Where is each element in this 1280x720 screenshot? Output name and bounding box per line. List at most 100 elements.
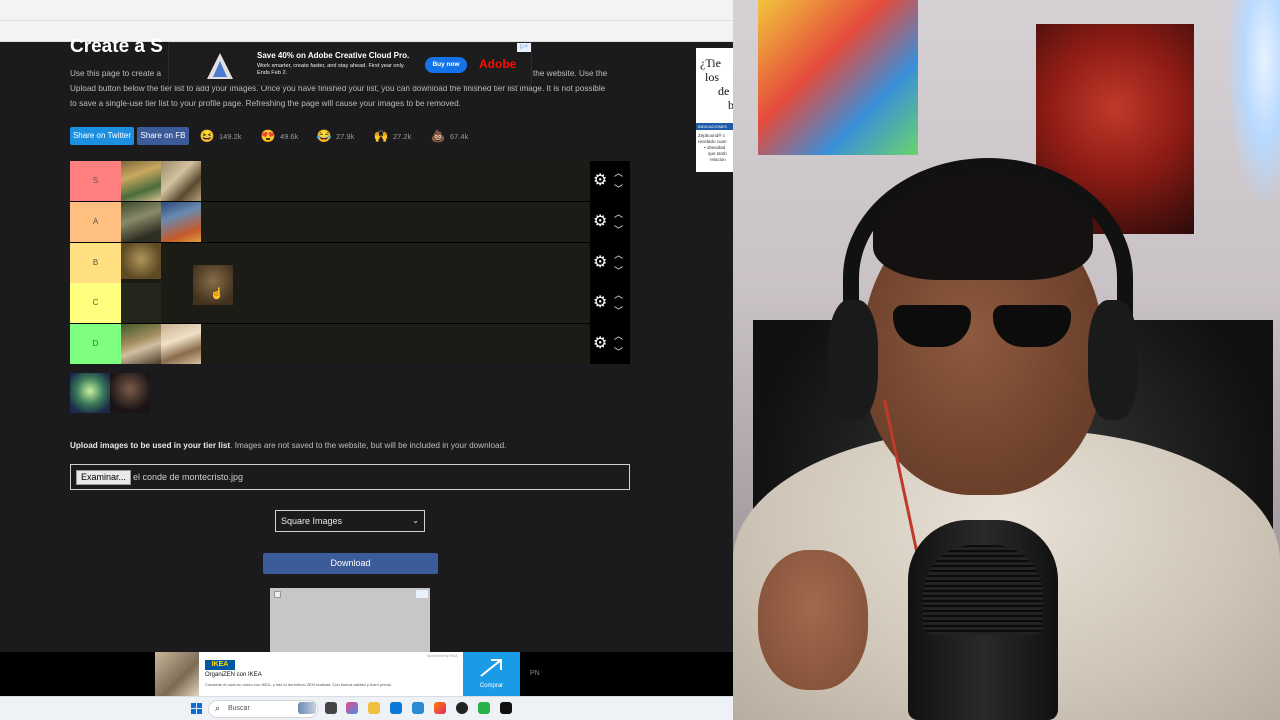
tier-row-b[interactable]: B ⚙ ︿ ﹀ — [70, 243, 630, 283]
webcam-feed — [733, 0, 1280, 720]
tier-image[interactable] — [121, 324, 161, 364]
tier-image[interactable] — [161, 202, 201, 242]
ad-sponsor-tag: Sponsored by IKEA — [427, 654, 458, 658]
file-upload-field[interactable]: Examinar... el conde de montecristo.jpg — [70, 464, 630, 490]
tier-image[interactable] — [161, 161, 201, 201]
tier-row-d[interactable]: D ⚙ ︿ ﹀ — [70, 324, 630, 364]
tier-row-s[interactable]: S ⚙ ︿ ﹀ — [70, 161, 630, 201]
tears-of-joy-emoji-icon: 😂 — [316, 129, 332, 143]
tier-label[interactable]: A — [70, 202, 121, 242]
image-mode-select[interactable]: Square Images ⌄ — [275, 510, 425, 532]
tier-image[interactable] — [161, 324, 201, 364]
unranked-image[interactable] — [70, 373, 110, 413]
ikea-ad[interactable]: IKEA OrganiZEN con IKEA Convierte el cao… — [155, 652, 520, 696]
tier-label[interactable]: B — [70, 243, 121, 283]
tier-controls: ⚙ ︿ ﹀ — [590, 161, 630, 201]
edge-icon[interactable] — [412, 702, 424, 714]
share-twitter-button[interactable]: Share on Twitter — [70, 127, 134, 145]
tier-controls: ⚙ ︿ ﹀ — [590, 324, 630, 364]
gear-icon[interactable]: ⚙ — [593, 336, 607, 352]
adobe-ad-banner[interactable]: Save 40% on Adobe Creative Cloud Pro. Wo… — [168, 42, 532, 86]
shop-button[interactable]: Comprar — [463, 652, 520, 696]
side-ad-headline: ¿Tie los de b — [700, 56, 733, 112]
reaction-count: 49.6k — [280, 131, 299, 141]
reaction-heart-eyes[interactable]: 😍 49.6k — [260, 127, 299, 145]
reaction-poop[interactable]: 💩 67.4k — [430, 127, 469, 145]
share-facebook-button[interactable]: Share on FB — [137, 127, 189, 145]
gear-icon[interactable]: ⚙ — [593, 173, 607, 189]
chevron-up-icon[interactable]: ︿ — [614, 329, 623, 342]
chevron-down-icon[interactable]: ﹀ — [614, 345, 623, 358]
chevron-down-icon[interactable]: ﹀ — [614, 182, 623, 195]
tier-controls: ⚙ ︿ ﹀ — [590, 243, 630, 283]
store-icon[interactable] — [390, 702, 402, 714]
firefox-icon[interactable] — [434, 702, 446, 714]
ikea-logo: IKEA — [205, 660, 235, 670]
tier-image[interactable] — [121, 161, 161, 201]
search-icon: ⌕ — [215, 703, 221, 713]
tier-image[interactable] — [121, 202, 161, 242]
chevron-down-icon[interactable]: ﹀ — [614, 223, 623, 236]
gear-icon[interactable]: ⚙ — [593, 255, 607, 271]
unranked-image[interactable] — [110, 373, 150, 413]
adobe-product-icon — [207, 53, 233, 79]
gear-icon[interactable]: ⚙ — [593, 214, 607, 230]
chevron-down-icon[interactable]: ﹀ — [614, 264, 623, 277]
buy-now-button[interactable]: Buy now — [425, 57, 467, 73]
raised-hands-emoji-icon: 🙌 — [373, 129, 389, 143]
chevron-up-icon[interactable]: ︿ — [614, 288, 623, 301]
browse-button[interactable]: Examinar... — [76, 470, 132, 485]
tier-row-a[interactable]: A ⚙ ︿ ﹀ — [70, 202, 630, 242]
side-ad[interactable]: ¿Tie los de b INDICACIONES Zepbound® c r… — [696, 48, 733, 172]
app-icon[interactable] — [478, 702, 490, 714]
headphone-cup — [1088, 300, 1138, 420]
ad-headline: Save 40% on Adobe Creative Cloud Pro. — [257, 51, 410, 60]
chevron-down-icon[interactable]: ﹀ — [614, 304, 623, 317]
reaction-tears-of-joy[interactable]: 😂 27.9k — [316, 127, 355, 145]
chevron-up-icon[interactable]: ︿ — [614, 166, 623, 179]
tier-list: S ⚙ ︿ ﹀ A ⚙ ︿ ﹀ B ⚙ ︿ ﹀ C ⚙ ︿ ﹀ D ⚙ ︿ ﹀ … — [70, 161, 630, 364]
gear-icon[interactable]: ⚙ — [593, 295, 607, 311]
ad-subtext: Work smarter, create faster, and stay ah… — [257, 63, 405, 76]
tier-row-c[interactable]: C ⚙ ︿ ﹀ — [70, 283, 630, 323]
ad-photo — [155, 652, 199, 696]
download-button[interactable]: Download — [263, 553, 438, 574]
ad-choices-icon[interactable]: ▷× — [517, 43, 531, 52]
poop-emoji-icon: 💩 — [430, 129, 446, 143]
windows-start-icon[interactable] — [191, 703, 202, 714]
obs-icon[interactable] — [456, 702, 468, 714]
tier-image[interactable] — [121, 243, 161, 279]
microphone-grille — [923, 545, 1043, 635]
tier-controls: ⚙ ︿ ﹀ — [590, 283, 630, 323]
widget-icon[interactable] — [298, 702, 316, 714]
chevron-up-icon[interactable]: ︿ — [614, 248, 623, 261]
browser-viewport: Create a S Use this page to create a the… — [0, 0, 733, 720]
task-view-icon[interactable] — [325, 702, 337, 714]
ad-title: OrganiZEN con IKEA — [205, 672, 262, 678]
reaction-count: 149.2k — [219, 131, 242, 141]
laughing-emoji-icon: 😆 — [199, 129, 215, 143]
tiktok-icon[interactable] — [500, 702, 512, 714]
chevron-down-icon: ⌄ — [412, 516, 419, 525]
ad-choices-icon[interactable] — [416, 590, 428, 598]
chevron-up-icon[interactable]: ︿ — [614, 207, 623, 220]
reaction-raised-hands[interactable]: 🙌 27.2k — [373, 127, 412, 145]
tier-label[interactable]: S — [70, 161, 121, 201]
bottom-ad-strip: IKEA OrganiZEN con IKEA Convierte el cao… — [0, 652, 733, 696]
ad-placeholder[interactable] — [270, 588, 430, 652]
wall-light — [1228, 0, 1280, 200]
tier-controls: ⚙ ︿ ﹀ — [590, 202, 630, 242]
screen: Create a S Use this page to create a the… — [0, 0, 1280, 720]
tier-label[interactable]: C — [70, 283, 121, 323]
reaction-laughing[interactable]: 😆 149.2k — [199, 127, 242, 145]
file-explorer-icon[interactable] — [368, 702, 380, 714]
side-ad-band: INDICACIONES — [696, 123, 733, 130]
tier-image[interactable] — [121, 283, 161, 323]
ad-description: Convierte el caos en orden con IKEA, y h… — [205, 682, 392, 687]
tier-label[interactable]: D — [70, 324, 121, 364]
broken-image-icon — [274, 591, 281, 598]
copilot-icon[interactable] — [346, 702, 358, 714]
reaction-count: 67.4k — [450, 131, 469, 141]
upload-instructions: Upload images to be used in your tier li… — [70, 441, 507, 450]
hand-cursor-icon: ☝ — [210, 288, 224, 300]
